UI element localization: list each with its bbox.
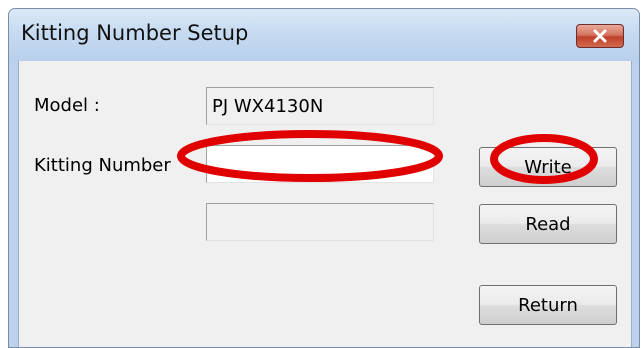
title-bar[interactable]: Kitting Number Setup <box>9 9 639 61</box>
kitting-number-setup-dialog: Kitting Number Setup Model : Kitting Num… <box>8 8 640 348</box>
close-button[interactable] <box>576 24 624 48</box>
read-button[interactable]: Read <box>479 204 617 244</box>
model-field <box>206 87 434 125</box>
window-title: Kitting Number Setup <box>21 21 249 45</box>
kitting-number-field[interactable] <box>206 145 434 183</box>
return-button[interactable]: Return <box>479 285 617 325</box>
kitting-number-secondary-field <box>206 203 434 241</box>
kitting-number-label: Kitting Number <box>34 155 171 176</box>
dialog-body: Model : Kitting Number Write Read Return <box>18 61 632 347</box>
model-label: Model : <box>34 95 100 116</box>
write-button[interactable]: Write <box>479 147 617 187</box>
close-icon <box>593 29 607 43</box>
